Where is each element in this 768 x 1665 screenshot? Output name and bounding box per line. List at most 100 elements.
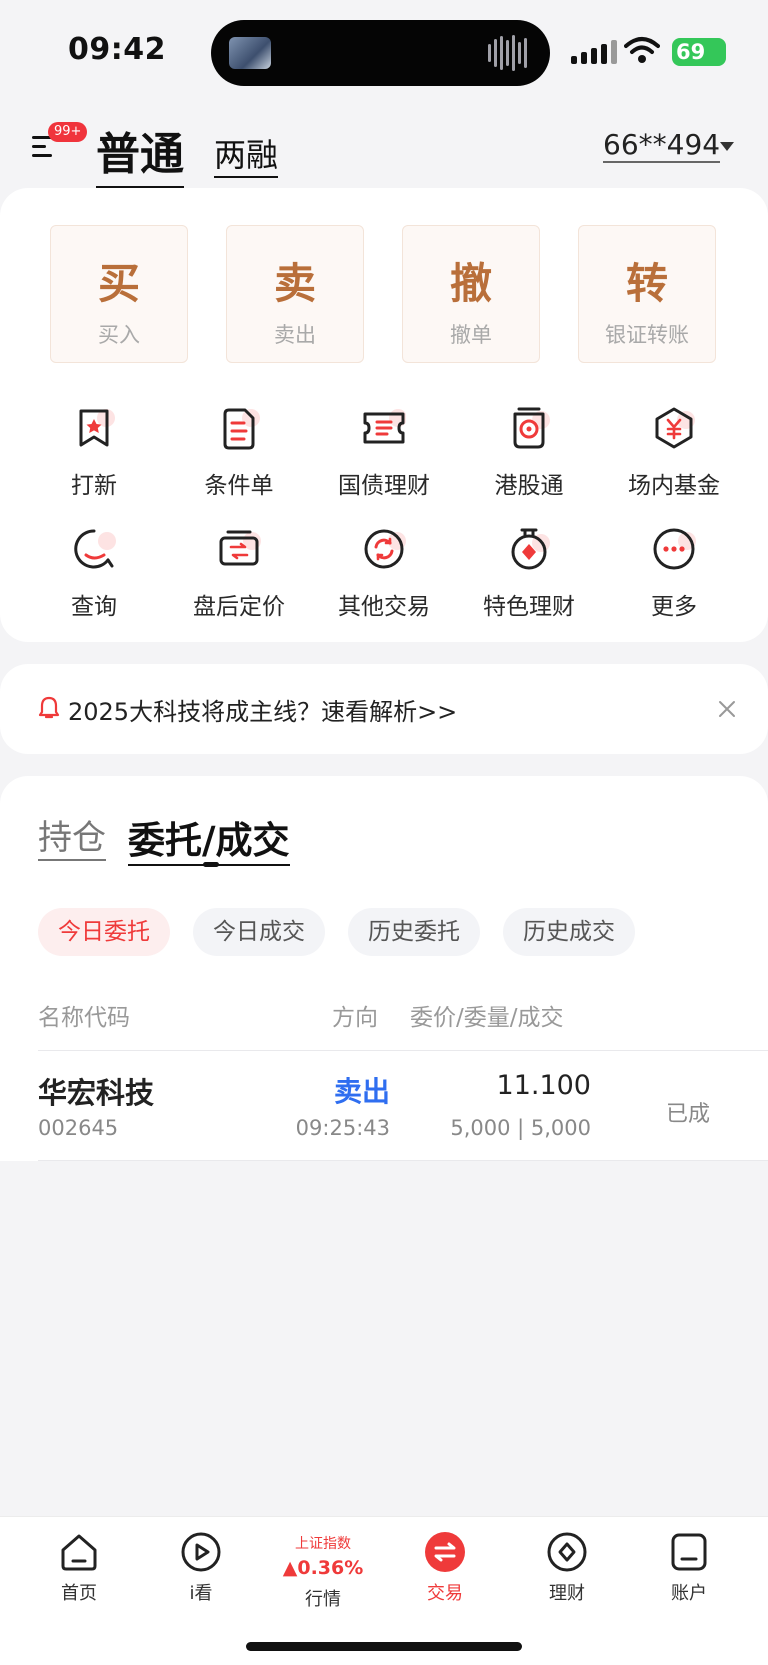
filter-history-deals[interactable]: 历史成交	[503, 908, 635, 956]
grid-item-other-trade[interactable]: 其他交易	[312, 527, 456, 621]
filter-today-deals[interactable]: 今日成交	[193, 908, 325, 956]
nav-label: i看	[189, 1583, 213, 1604]
tab-indicator	[203, 862, 219, 867]
tab-normal-account[interactable]: 普通	[96, 118, 184, 189]
header-divider	[38, 1050, 768, 1051]
grid-label: 条件单	[204, 473, 274, 499]
grid-label: 更多	[651, 594, 697, 620]
nav-watch[interactable]: i看	[146, 1531, 256, 1605]
sell-glyph: 卖	[273, 259, 316, 308]
notice-text[interactable]: 2025大科技将成主线？速看解析>>	[68, 692, 457, 727]
orders-panel: 持仓 委托/成交 今日委托 今日成交 历史委托 历史成交 名称代码 方向 委价/…	[0, 776, 768, 1161]
nav-trade[interactable]: 交易	[390, 1531, 500, 1605]
account-selector[interactable]: 66**494	[603, 128, 721, 163]
grid-item-hk-connect[interactable]: 港股通	[457, 406, 601, 500]
caret-down-icon[interactable]	[720, 142, 734, 151]
grid-item-conditional-order[interactable]: 条件单	[167, 406, 311, 500]
index-change: ▲0.36%	[282, 1557, 364, 1579]
nav-home[interactable]: 首页	[24, 1531, 134, 1605]
sell-button[interactable]: 卖 卖出	[226, 225, 364, 363]
filter-today-orders[interactable]: 今日委托	[38, 908, 170, 956]
notification-badge: 99+	[48, 122, 88, 142]
order-time: 09:25:43	[295, 1116, 390, 1140]
grid-label: 其他交易	[338, 594, 430, 620]
grid-label: 打新	[71, 473, 117, 499]
order-direction: 卖出	[333, 1075, 390, 1108]
nav-label: 首页	[61, 1583, 97, 1604]
home-icon	[61, 1534, 97, 1571]
conditional-order-icon	[223, 408, 260, 450]
grid-item-exchange-fund[interactable]: 场内基金	[602, 406, 746, 500]
nav-finance[interactable]: 理财	[512, 1531, 622, 1605]
grid-label: 国债理财	[338, 473, 430, 499]
status-time: 09:42	[68, 32, 166, 67]
grid-label: 查询	[71, 594, 117, 620]
fund-yen-icon	[655, 407, 695, 449]
play-circle-icon	[181, 1532, 221, 1572]
close-icon[interactable]	[716, 698, 738, 720]
index-name: 上证指数	[295, 1536, 351, 1552]
order-price: 11.100	[496, 1070, 591, 1101]
featured-finance-icon	[511, 528, 550, 570]
query-icon	[74, 529, 116, 569]
tab-margin-account[interactable]: 两融	[214, 130, 279, 178]
cancel-glyph: 撤	[449, 259, 492, 308]
transfer-label: 银证转账	[605, 323, 689, 347]
nav-market[interactable]: 上证指数 ▲0.36% 行情	[268, 1531, 378, 1611]
grid-item-query[interactable]: 查询	[22, 527, 166, 621]
bank-transfer-button[interactable]: 转 银证转账	[578, 225, 716, 363]
nav-label: 理财	[549, 1583, 585, 1604]
order-quantity: 5,000 | 5,000	[450, 1116, 591, 1140]
order-status: 已成	[666, 1102, 711, 1127]
nav-account[interactable]: 账户	[634, 1531, 744, 1605]
hk-connect-icon	[513, 407, 550, 449]
grid-item-more[interactable]: 更多	[602, 527, 746, 621]
audio-wave-icon	[488, 35, 528, 71]
grid-item-featured-finance[interactable]: 特色理财	[457, 527, 601, 621]
stock-name: 华宏科技	[38, 1076, 155, 1110]
cancel-label: 撤单	[450, 323, 492, 347]
now-playing-thumbnail	[229, 37, 271, 69]
grid-label: 盘后定价	[193, 594, 285, 620]
bell-icon	[38, 696, 60, 719]
tab-holdings[interactable]: 持仓	[38, 810, 106, 861]
transfer-glyph: 转	[625, 259, 668, 308]
wifi-icon	[624, 37, 660, 63]
finance-diamond-icon	[547, 1532, 587, 1572]
tab-orders[interactable]: 委托/成交	[128, 810, 290, 866]
column-price-qty: 委价/委量/成交	[410, 1005, 564, 1031]
battery-icon: 69	[672, 38, 726, 66]
grid-label: 港股通	[494, 473, 564, 499]
grid-item-ipo[interactable]: 打新	[22, 406, 166, 500]
trade-exchange-icon	[425, 1532, 465, 1572]
after-hours-icon	[219, 530, 261, 566]
column-direction: 方向	[332, 1005, 378, 1031]
cellular-signal-icon	[571, 40, 617, 64]
cancel-order-button[interactable]: 撤 撤单	[402, 225, 540, 363]
ipo-bookmark-icon	[79, 409, 115, 447]
treasury-ticket-icon	[363, 409, 406, 444]
buy-button[interactable]: 买 买入	[50, 225, 188, 363]
column-name-code: 名称代码	[38, 1005, 130, 1031]
dynamic-island[interactable]	[211, 20, 550, 86]
stock-code: 002645	[38, 1116, 119, 1140]
sell-label: 卖出	[274, 323, 316, 347]
grid-label: 特色理财	[483, 594, 575, 620]
buy-glyph: 买	[97, 259, 140, 308]
buy-label: 买入	[98, 323, 140, 347]
notice-banner[interactable]: 2025大科技将成主线？速看解析>>	[0, 664, 768, 754]
grid-item-treasury[interactable]: 国债理财	[312, 406, 456, 500]
account-icon	[671, 1533, 707, 1571]
row-divider	[38, 1160, 768, 1161]
nav-label: 账户	[671, 1583, 707, 1604]
filter-history-orders[interactable]: 历史委托	[348, 908, 480, 956]
home-indicator[interactable]	[246, 1642, 522, 1651]
other-trade-icon	[364, 529, 406, 569]
grid-label: 场内基金	[628, 473, 720, 499]
more-icon	[653, 528, 696, 570]
status-bar: 09:42 69	[0, 0, 768, 100]
header: 99+ 普通 两融 66**494	[0, 112, 768, 189]
grid-item-after-hours[interactable]: 盘后定价	[167, 527, 311, 621]
nav-label: 行情	[305, 1589, 341, 1610]
nav-label: 交易	[427, 1583, 463, 1604]
